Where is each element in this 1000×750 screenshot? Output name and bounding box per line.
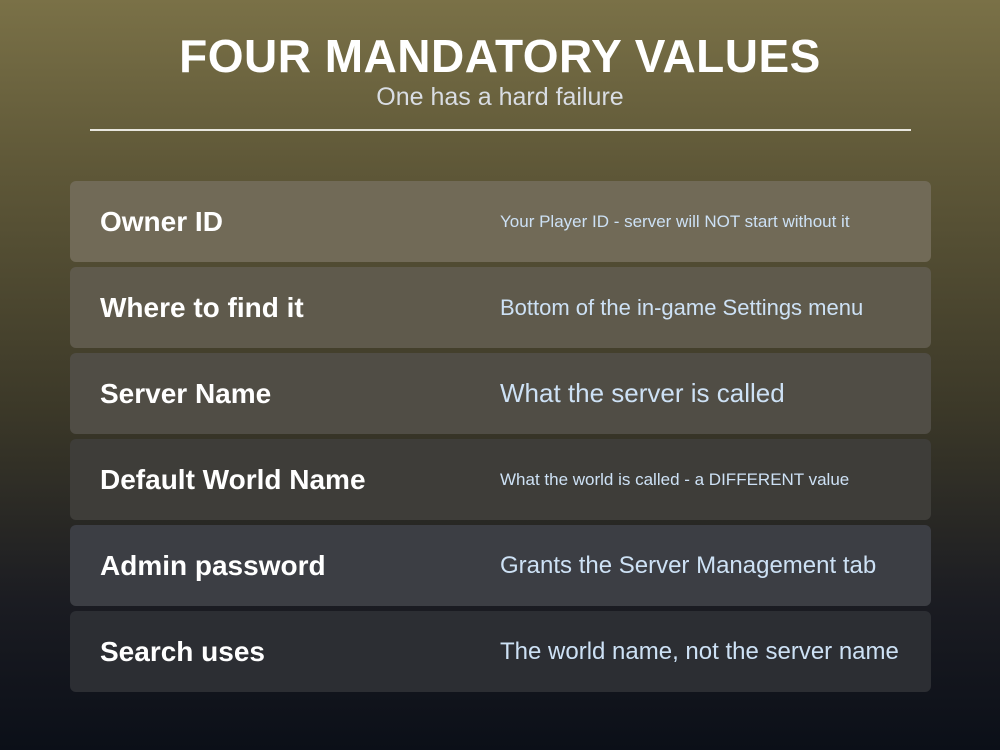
list-item-admin-password: Admin password Grants the Server Managem… [70,525,931,606]
header-divider [90,129,911,131]
row-value: Grants the Server Management tab [500,552,877,579]
row-label: Where to find it [100,292,304,323]
list-item-owner-id: Owner ID Your Player ID - server will NO… [70,181,931,262]
list-item-where-to-find: Where to find it Bottom of the in-game S… [70,267,931,348]
row-label: Search uses [100,636,265,667]
list-item-server-name: Server Name What the server is called [70,353,931,434]
row-value: What the world is called - a DIFFERENT v… [500,470,850,489]
page-subtitle: One has a hard failure [376,83,624,111]
list-item-default-world-name: Default World Name What the world is cal… [70,439,931,520]
list-item-search-uses: Search uses The world name, not the serv… [70,611,931,692]
row-value: Bottom of the in-game Settings menu [500,295,864,320]
row-label: Server Name [100,378,272,409]
row-value: What the server is called [500,378,785,408]
values-list: Owner ID Your Player ID - server will NO… [70,181,931,697]
row-label: Owner ID [100,206,223,237]
row-value: Your Player ID - server will NOT start w… [500,212,850,231]
row-value: The world name, not the server name [500,638,899,665]
row-label: Admin password [100,550,326,581]
header: FOUR MANDATORY VALUES One has a hard fai… [0,30,1000,112]
page-title: FOUR MANDATORY VALUES [179,30,821,82]
row-label: Default World Name [100,464,366,495]
